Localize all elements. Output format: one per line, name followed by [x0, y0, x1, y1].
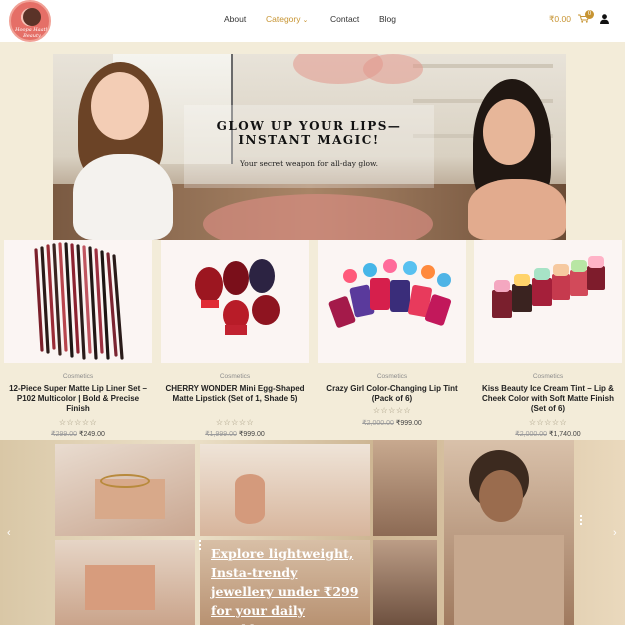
- jewellery-gallery: Explore lightweight, Insta-trendy jewell…: [0, 440, 625, 625]
- gallery-tile-hand[interactable]: [373, 540, 437, 625]
- product-old-price: ₹1,999.00: [205, 431, 237, 438]
- cart-total[interactable]: ₹0.00: [549, 14, 571, 25]
- gallery-tile-model[interactable]: [444, 440, 574, 625]
- product-category[interactable]: Cosmetics: [474, 373, 622, 380]
- product-price: ₹2,000.00 ₹1,740.00: [474, 430, 622, 438]
- site-header: Hoopa Haath Beauty About Category ⌄ Conta…: [0, 0, 625, 42]
- product-sale-price: ₹999.00: [238, 431, 265, 438]
- product-rating: ☆☆☆☆☆: [372, 406, 412, 415]
- hero-model-right-face: [483, 99, 535, 165]
- product-title[interactable]: Crazy Girl Color-Changing Lip Tint (Pack…: [318, 384, 466, 404]
- gallery-tile-stand: [235, 474, 265, 524]
- cart-count-badge: 0: [585, 10, 594, 19]
- product-old-price: ₹2,000.00: [362, 420, 394, 427]
- gallery-caption-link[interactable]: Explore lightweight, Insta-trendy jewell…: [211, 544, 361, 625]
- nav-contact[interactable]: Contact: [330, 14, 359, 24]
- product-image[interactable]: [161, 240, 309, 363]
- gallery-tile-bracelets[interactable]: [55, 444, 195, 536]
- hero-text-panel: GLOW UP YOUR LIPS—INSTANT MAGIC! Your se…: [184, 105, 434, 188]
- logo-portrait: [23, 8, 41, 26]
- product-price: ₹299.00 ₹249.00: [4, 430, 152, 438]
- product-category[interactable]: Cosmetics: [161, 373, 309, 380]
- product-image[interactable]: [474, 240, 622, 363]
- user-account-icon[interactable]: [600, 14, 609, 24]
- logo-text: Hoopa Haath Beauty: [15, 27, 49, 39]
- gallery-tile-plinth: [85, 565, 155, 610]
- chevron-right-icon[interactable]: ›: [613, 527, 617, 539]
- product-sale-price: ₹999.00: [395, 420, 422, 427]
- nav-category-label: Category: [266, 14, 301, 24]
- hero-banner[interactable]: GLOW UP YOUR LIPS—INSTANT MAGIC! Your se…: [53, 54, 566, 240]
- nav-blog[interactable]: Blog: [379, 14, 396, 24]
- product-rating: ☆☆☆☆☆: [215, 418, 255, 427]
- egg-lipstick-image: [195, 259, 280, 335]
- hero-model-right-body: [468, 179, 566, 240]
- nav-about[interactable]: About: [224, 14, 246, 24]
- lip-liner-set-image: [34, 242, 124, 360]
- product-old-price: ₹2,000.00: [515, 431, 547, 438]
- product-sale-price: ₹1,740.00: [549, 431, 581, 438]
- product-rating: ☆☆☆☆☆: [58, 418, 98, 427]
- product-image[interactable]: [4, 240, 152, 363]
- gallery-model-body: [454, 535, 564, 625]
- product-rating: ☆☆☆☆☆: [528, 418, 568, 427]
- gallery-tile-bangles[interactable]: [200, 444, 370, 536]
- hero-decor: [363, 54, 423, 84]
- product-sale-price: ₹249.00: [79, 431, 105, 438]
- hero-shelf: [413, 64, 553, 68]
- gallery-divider: [199, 540, 202, 550]
- product-old-price: ₹299.00: [51, 431, 77, 438]
- gallery-tile-bracelet: [100, 474, 150, 488]
- ice-cream-tint-image: [492, 256, 605, 318]
- chevron-down-icon: ⌄: [302, 17, 309, 24]
- hero-title: GLOW UP YOUR LIPS—INSTANT MAGIC!: [216, 119, 402, 147]
- product-price: ₹1,999.00 ₹999.00: [161, 430, 309, 438]
- product-category[interactable]: Cosmetics: [318, 373, 466, 380]
- hero-model-left-body: [73, 154, 173, 240]
- product-title[interactable]: Kiss Beauty Ice Cream Tint – Lip & Cheek…: [474, 384, 622, 414]
- hero-subtitle: Your secret weapon for all-day glow.: [240, 159, 378, 168]
- gallery-tile-necklace[interactable]: [55, 540, 195, 625]
- gallery-model-face: [479, 470, 523, 522]
- nav-category[interactable]: Category ⌄: [266, 14, 308, 24]
- chevron-left-icon[interactable]: ‹: [7, 527, 11, 539]
- gallery-divider: [580, 515, 583, 525]
- product-price: ₹2,000.00 ₹999.00: [318, 419, 466, 427]
- product-title[interactable]: 12-Piece Super Matte Lip Liner Set – P10…: [4, 384, 152, 414]
- product-category[interactable]: Cosmetics: [4, 373, 152, 380]
- hero-model-left-face: [91, 72, 149, 140]
- lip-tint-image: [328, 259, 452, 328]
- gallery-tile-rings[interactable]: [373, 440, 437, 536]
- brand-logo[interactable]: Hoopa Haath Beauty: [9, 0, 51, 42]
- product-image[interactable]: [318, 240, 466, 363]
- product-title[interactable]: CHERRY WONDER Mini Egg-Shaped Matte Lips…: [161, 384, 309, 404]
